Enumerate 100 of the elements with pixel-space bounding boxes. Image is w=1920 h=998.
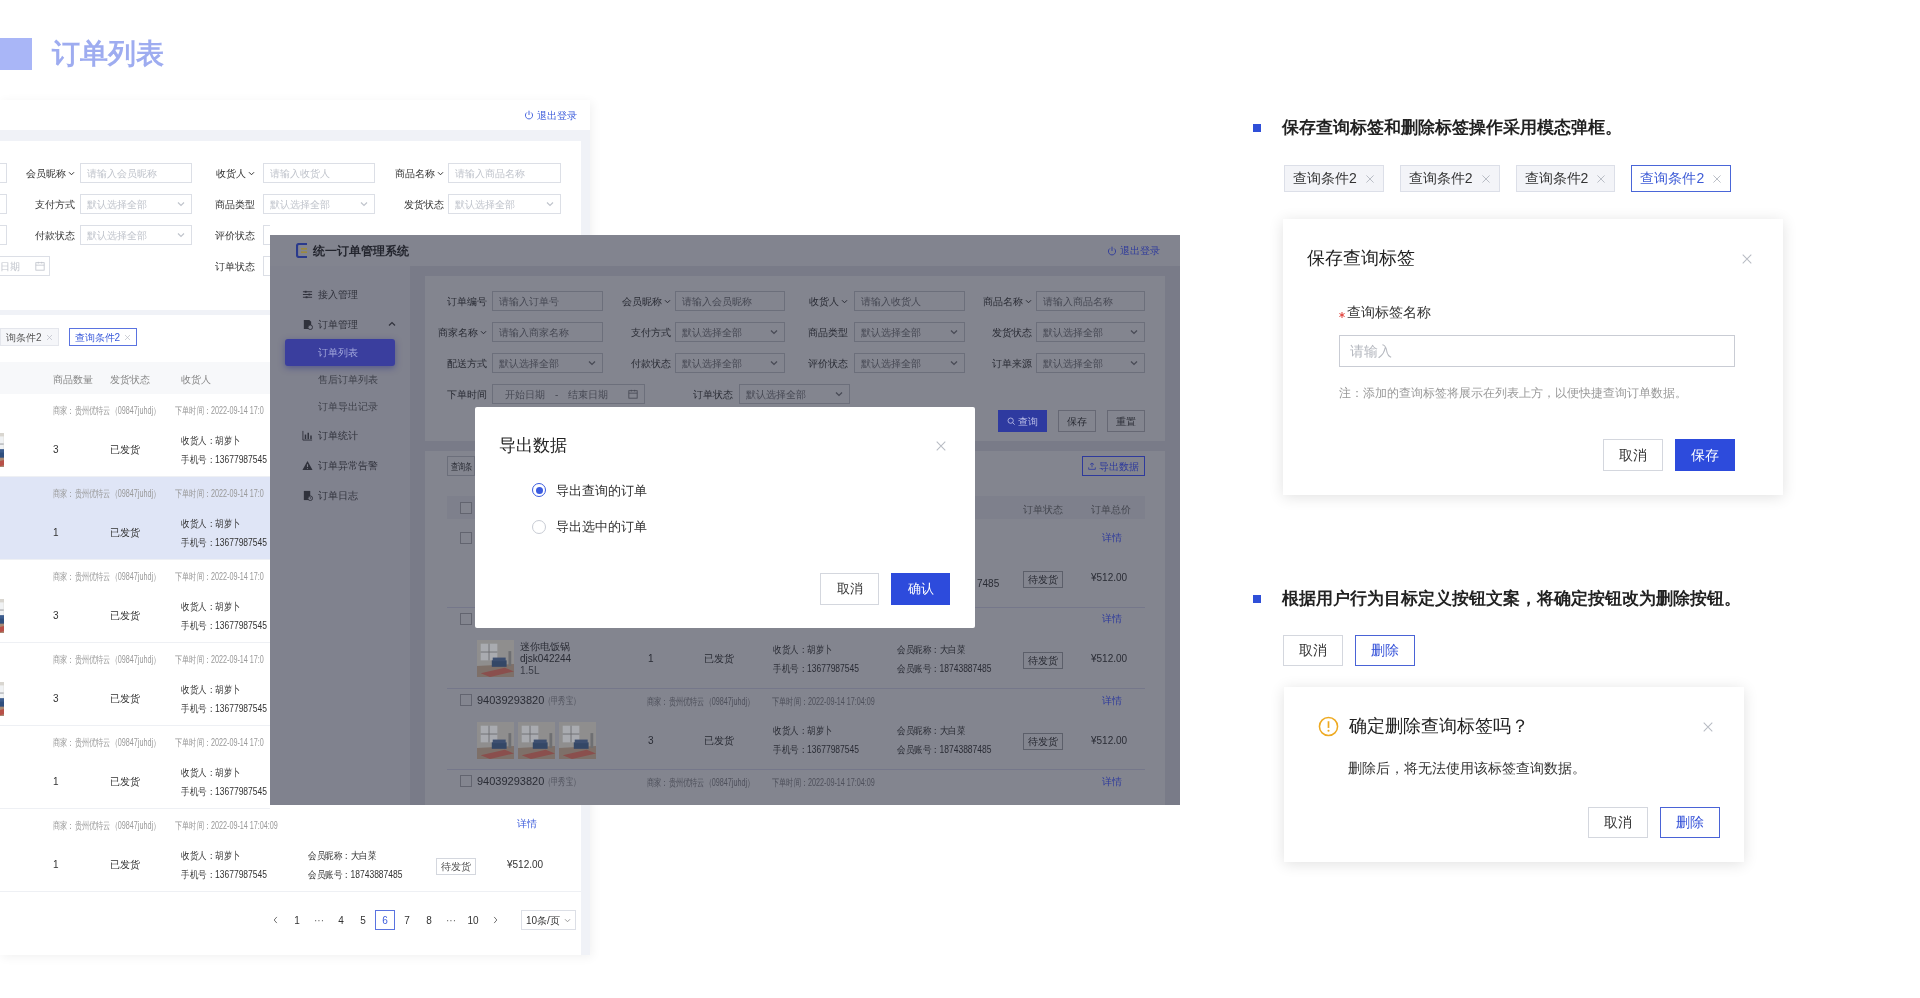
chevron-right-icon — [492, 916, 498, 924]
chevron-down-icon — [588, 360, 596, 366]
member-account: 7485 — [977, 577, 1001, 592]
sidebar-item[interactable]: 订单统计 — [270, 420, 410, 450]
close-icon — [1712, 173, 1723, 184]
page-button[interactable]: 6 — [375, 910, 395, 930]
close-icon — [45, 333, 53, 341]
dialog-button[interactable]: 取消 — [1588, 807, 1648, 838]
quantity-cell-text: 1 — [53, 775, 60, 790]
chevron-down-icon — [835, 391, 843, 397]
order-number: 94039293820 — [477, 692, 545, 708]
sidebar-item[interactable]: 订单管理 — [270, 309, 410, 339]
input-field[interactable] — [263, 225, 270, 245]
shipping-cell-text: 已发货 — [110, 443, 141, 458]
input-field[interactable] — [0, 163, 7, 183]
phone-text: 手机号：13677987545 — [181, 784, 268, 799]
dialog-button[interactable]: 取消 — [1283, 635, 1343, 666]
query-tag[interactable]: 询条件2 — [0, 328, 59, 346]
page-button[interactable]: 1 — [287, 910, 307, 930]
checkbox[interactable] — [460, 694, 472, 706]
field-label: 支付方式 — [631, 325, 671, 340]
dropdown-label[interactable]: 商家名称 — [438, 324, 487, 340]
logout-link[interactable]: 退出登录 — [1107, 243, 1160, 258]
caret-down-icon — [1025, 298, 1032, 304]
checkbox[interactable] — [460, 531, 472, 544]
power-icon — [1107, 245, 1117, 256]
query-tag[interactable]: 查询条件2 — [1399, 165, 1500, 192]
dialog-button[interactable]: 取消 — [820, 573, 879, 605]
dialog-title: 保存查询标签 — [1307, 247, 1415, 270]
sidebar-item[interactable]: 订单日志 — [270, 480, 410, 510]
calendar-icon — [35, 261, 45, 271]
shipping-cell-text: 已发货 — [704, 733, 735, 748]
page-button[interactable]: 8 — [419, 910, 439, 930]
member-name: 会员昵称：大白菜 — [897, 642, 966, 657]
page-size-select[interactable]: 10条/页 — [521, 910, 576, 930]
accent-block — [0, 38, 32, 70]
checkbox[interactable] — [460, 501, 472, 514]
field-label: 评价状态 — [808, 356, 848, 371]
detail-link[interactable]: 详情 — [517, 816, 537, 832]
input-field[interactable] — [263, 256, 270, 276]
caret-down-icon — [437, 170, 444, 176]
detail-link[interactable]: 详情 — [1102, 773, 1122, 789]
dropdown-label[interactable]: 收货人 — [809, 293, 848, 309]
app-title: 统一订单管理系统 — [313, 242, 409, 260]
shipping-cell-text: 已发货 — [704, 652, 735, 667]
receiver-text: 收货人：胡萝卜 — [181, 433, 242, 448]
query-tag[interactable]: 查询条件2 — [68, 328, 138, 346]
radio-option[interactable]: 导出选中的订单 — [532, 517, 975, 537]
dropdown-label[interactable]: 收货人 — [216, 165, 255, 181]
phone-text: 手机号：13677987545 — [181, 535, 268, 550]
input-field[interactable] — [0, 194, 7, 214]
receiver-text: 收货人：胡萝卜 — [773, 724, 834, 738]
sidebar-subitem[interactable]: 订单列表 — [285, 339, 395, 366]
detail-link[interactable]: 详情 — [1102, 611, 1122, 627]
dialog-button[interactable]: 删除 — [1355, 635, 1415, 666]
dropdown-label[interactable]: 商品名称 — [395, 165, 444, 181]
field-label: 订单状态 — [693, 387, 733, 402]
dialog-button[interactable]: 删除 — [1660, 807, 1720, 838]
page-title: 订单列表 — [52, 38, 164, 70]
page-button[interactable]: 10 — [463, 910, 483, 930]
export-button[interactable]: 导出数据 — [1082, 456, 1145, 476]
dialog-button[interactable]: 取消 — [1603, 439, 1663, 471]
dropdown-label[interactable]: 会员昵称 — [26, 165, 75, 181]
detail-link[interactable]: 详情 — [1102, 692, 1122, 708]
chevron-down-icon — [177, 201, 185, 207]
query-tag[interactable]: 查询条件2 — [1515, 165, 1616, 192]
input-field[interactable] — [0, 225, 7, 245]
radio-option[interactable]: 导出查询的订单 — [532, 480, 975, 500]
sidebar-item[interactable]: 接入管理 — [270, 279, 410, 309]
input-field[interactable]: 请输入 — [1339, 335, 1735, 367]
dropdown-label[interactable]: 会员昵称 — [622, 293, 671, 309]
table-row[interactable]: 商家：贵州优特云（09847juhdj） 下单时间：2022-09-14 17:0 1 已发货 收货人：胡萝卜 手机号：13677987545 — [0, 477, 270, 560]
filter-button[interactable]: 重置 — [1107, 410, 1145, 432]
filter-button[interactable]: 保存 — [1058, 410, 1096, 432]
sidebar-item[interactable]: 订单异常告警 — [270, 450, 410, 480]
page-button[interactable]: 7 — [397, 910, 417, 930]
caret-down-icon — [480, 329, 487, 335]
logout-link[interactable]: 退出登录 — [524, 107, 577, 123]
query-tag[interactable]: 查询条 — [447, 456, 475, 476]
close-icon — [1596, 173, 1607, 184]
document-icon — [302, 318, 313, 330]
dialog-message: 删除后，将无法使用该标签查询数据。 — [1347, 759, 1587, 778]
dialog-button[interactable]: 确认 — [891, 573, 950, 605]
page-button[interactable]: 4 — [331, 910, 351, 930]
chevron-down-icon — [770, 329, 778, 335]
query-tag[interactable]: 查询条件2 — [1284, 165, 1384, 192]
quantity-cell-text: 3 — [53, 609, 60, 624]
dialog-button[interactable]: 保存 — [1675, 439, 1735, 471]
page-button[interactable]: 5 — [353, 910, 373, 930]
receiver-text: 收货人：胡萝卜 — [181, 682, 242, 697]
quantity-cell-text: 3 — [53, 443, 60, 458]
field-label: 订单状态 — [215, 259, 255, 274]
detail-link[interactable]: 详情 — [1102, 530, 1122, 546]
filter-button[interactable]: 查询 — [998, 410, 1047, 432]
receiver-text: 收货人：胡萝卜 — [181, 516, 242, 531]
query-tag[interactable]: 查询条件2 — [1631, 165, 1732, 192]
receiver-text: 收货人：胡萝卜 — [773, 642, 834, 657]
checkbox[interactable] — [460, 775, 472, 787]
dropdown-label[interactable]: 商品名称 — [983, 293, 1032, 309]
checkbox[interactable] — [460, 612, 472, 625]
